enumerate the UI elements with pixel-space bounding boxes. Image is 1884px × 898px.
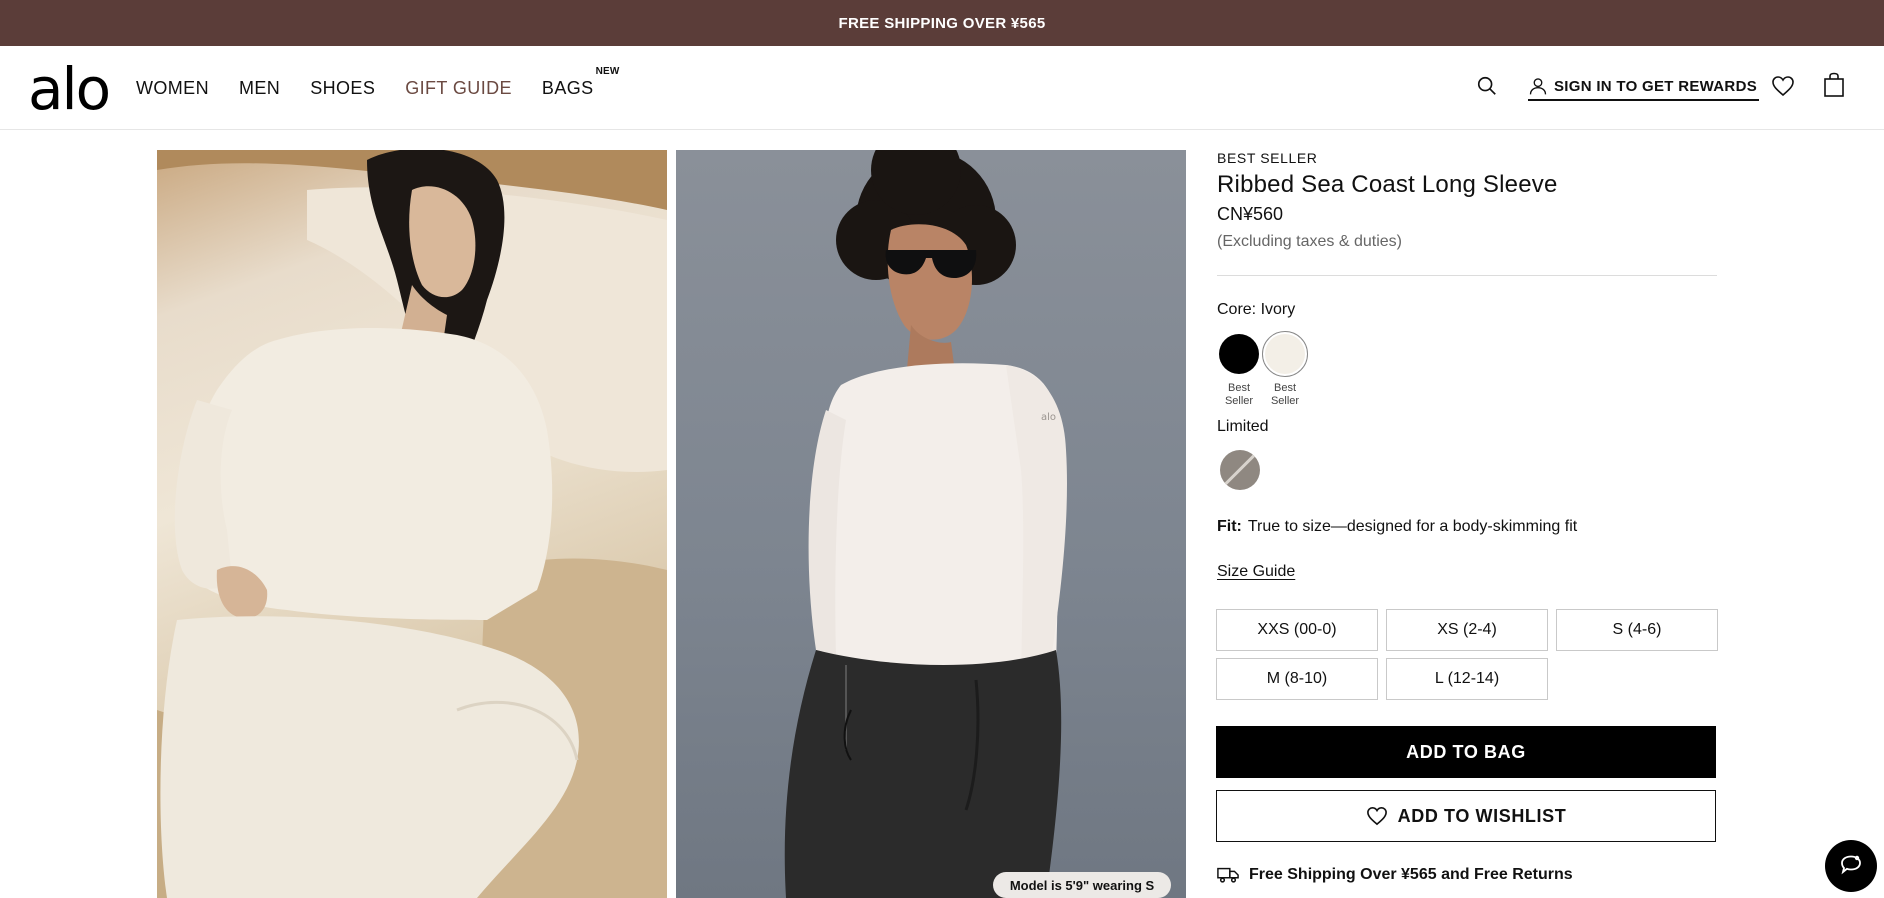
- limited-label: Limited: [1217, 418, 1269, 435]
- shipping-note: Free Shipping Over ¥565 and Free Returns: [1217, 866, 1573, 884]
- tax-note: (Excluding taxes & duties): [1217, 233, 1402, 250]
- new-badge: NEW: [595, 65, 620, 77]
- bag-icon: [1824, 72, 1844, 97]
- swatch-caption-black: Best Seller: [1224, 382, 1254, 407]
- fit-label: Fit:: [1217, 518, 1242, 535]
- divider: [1217, 275, 1717, 276]
- size-option-xxs[interactable]: XXS (00-0): [1216, 609, 1378, 651]
- nav-gift-guide[interactable]: GIFT GUIDE: [405, 78, 512, 99]
- truck-icon: [1217, 867, 1239, 883]
- user-icon: [1529, 78, 1547, 95]
- color-swatch-ivory[interactable]: [1265, 334, 1305, 374]
- fit-text: True to size—designed for a body-skimmin…: [1247, 518, 1578, 535]
- svg-text:alo: alo: [1041, 412, 1056, 423]
- size-option-l[interactable]: L (12-14): [1386, 658, 1548, 700]
- heart-icon: [1772, 76, 1794, 97]
- size-option-xs[interactable]: XS (2-4): [1386, 609, 1548, 651]
- nav-men[interactable]: MEN: [239, 78, 280, 99]
- main-nav: WOMEN MEN SHOES GIFT GUIDE BAGS NEW: [136, 46, 624, 130]
- cart-button[interactable]: [1821, 72, 1847, 98]
- product-image-1[interactable]: [157, 150, 667, 898]
- wishlist-button[interactable]: [1770, 73, 1796, 99]
- search-icon: [1477, 76, 1496, 95]
- logo[interactable]: alo: [28, 60, 111, 118]
- model-size-badge: Model is 5'9" wearing S: [993, 872, 1171, 898]
- best-seller-badge: BEST SELLER: [1217, 150, 1318, 166]
- add-to-bag-button[interactable]: ADD TO BAG: [1216, 726, 1716, 778]
- chat-button[interactable]: [1825, 840, 1877, 892]
- heart-icon: [1366, 806, 1387, 826]
- size-option-s[interactable]: S (4-6): [1556, 609, 1718, 651]
- swatch-caption-ivory: Best Seller: [1270, 382, 1300, 407]
- sign-in-link[interactable]: SIGN IN TO GET REWARDS: [1528, 73, 1760, 101]
- product-image-2[interactable]: alo: [676, 150, 1186, 898]
- search-button[interactable]: [1474, 73, 1500, 99]
- product-price: CN¥560: [1217, 204, 1284, 224]
- promo-bar: FREE SHIPPING OVER ¥565: [0, 0, 1884, 46]
- color-swatch-limited[interactable]: [1220, 450, 1260, 490]
- shipping-text: Free Shipping Over ¥565 and Free Returns: [1249, 866, 1573, 883]
- size-option-m[interactable]: M (8-10): [1216, 658, 1378, 700]
- color-label: Core: Ivory: [1217, 301, 1296, 318]
- add-to-wishlist-button[interactable]: ADD TO WISHLIST: [1216, 790, 1716, 842]
- size-guide-link[interactable]: Size Guide: [1217, 563, 1295, 581]
- site-header: alo WOMEN MEN SHOES GIFT GUIDE BAGS NEW S…: [0, 46, 1884, 130]
- add-to-wishlist-label: ADD TO WISHLIST: [1397, 805, 1567, 826]
- product-title: Ribbed Sea Coast Long Sleeve: [1217, 171, 1558, 198]
- nav-women[interactable]: WOMEN: [136, 78, 209, 99]
- sign-in-label: SIGN IN TO GET REWARDS: [1554, 77, 1758, 95]
- chat-icon: [1841, 855, 1861, 875]
- product-photo-2: alo: [784, 150, 1067, 898]
- promo-text: FREE SHIPPING OVER ¥565: [838, 14, 1046, 32]
- product-photo-1: [157, 150, 667, 898]
- nav-shoes[interactable]: SHOES: [310, 78, 375, 99]
- color-swatch-black[interactable]: [1219, 334, 1259, 374]
- fit-note: Fit: True to size—designed for a body-ski…: [1217, 518, 1577, 536]
- nav-bags[interactable]: BAGS NEW: [541, 66, 619, 99]
- nav-bags-label: BAGS: [541, 77, 594, 98]
